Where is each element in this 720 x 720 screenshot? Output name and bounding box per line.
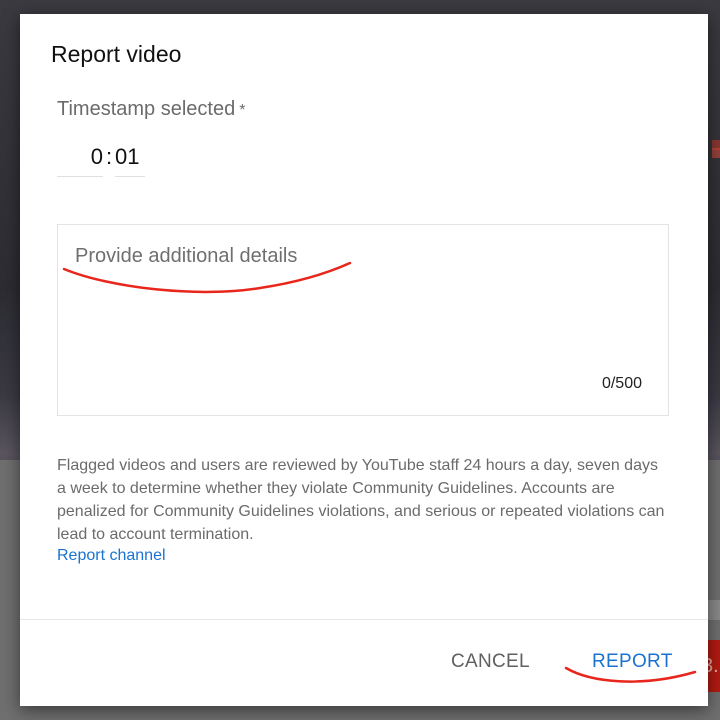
timestamp-label-text: Timestamp selected [57,98,236,120]
dialog-title: Report video [51,41,182,67]
timestamp-minutes-input[interactable]: 0 [57,140,103,177]
report-button[interactable]: REPORT [592,651,673,673]
timestamp-label: Timestamp selected * [57,98,245,121]
background-accent [712,148,720,158]
additional-details-placeholder[interactable]: Provide additional details [75,245,635,335]
required-mark: * [239,102,246,119]
report-channel-link[interactable]: Report channel [57,547,166,565]
character-counter: 0/500 [601,375,642,392]
cancel-button[interactable]: CANCEL [451,651,530,673]
report-video-dialog: Report video Timestamp selected * 0 : 01 … [20,14,708,706]
review-policy-text: Flagged videos and users are reviewed by… [57,457,665,543]
additional-details-field[interactable]: Provide additional details 0/500 [57,224,669,416]
timestamp-separator: : [106,144,113,169]
footer-divider [20,619,708,620]
timestamp-seconds-input[interactable]: 01 [115,140,145,177]
